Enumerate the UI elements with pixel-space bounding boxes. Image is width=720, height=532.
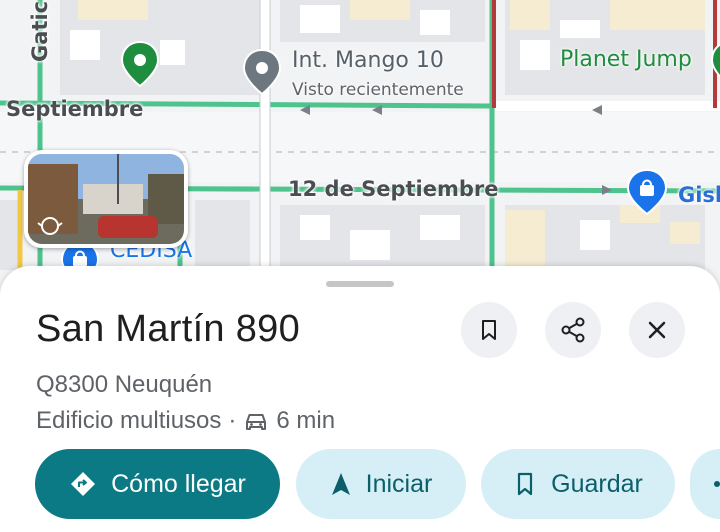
close-button[interactable]	[629, 302, 685, 358]
sheet-drag-handle[interactable]	[326, 281, 394, 287]
save-button[interactable]: Guardar	[481, 449, 675, 519]
car-icon	[246, 414, 267, 430]
more-dot-icon	[714, 481, 720, 487]
street-view-thumbnail[interactable]	[24, 150, 188, 248]
street-label-gisb: Gisb	[678, 183, 720, 207]
more-actions-button[interactable]	[690, 449, 720, 519]
green-place-pin-icon[interactable]	[120, 40, 160, 90]
save-place-button[interactable]	[461, 302, 517, 358]
place-title: San Martín 890	[36, 308, 301, 350]
directions-label: Cómo llegar	[111, 469, 246, 498]
shopping-pin-icon[interactable]	[626, 168, 668, 220]
meta-separator: ·	[228, 407, 237, 434]
start-label: Iniciar	[365, 469, 433, 498]
place-category: Edificio multiusos	[36, 407, 222, 434]
bookmark-icon	[482, 320, 496, 340]
share-button[interactable]	[545, 302, 601, 358]
street-view-image	[28, 154, 184, 244]
place-meta-row: Edificio multiusos · 6 min	[36, 407, 335, 435]
directions-button[interactable]: Cómo llegar	[35, 449, 280, 519]
recent-place-pin-icon[interactable]	[242, 48, 282, 100]
map-view[interactable]: Gatic Septiembre 12 de Septiembre Gisb I…	[0, 0, 720, 300]
poi-label-planet-jump[interactable]: Planet Jump	[560, 47, 692, 72]
start-navigation-button[interactable]: Iniciar	[296, 449, 466, 519]
green-place-pin-icon-edge[interactable]	[710, 40, 720, 90]
directions-icon	[71, 472, 96, 496]
drive-time: 6 min	[276, 407, 336, 434]
place-details-sheet: San Martín 890 Q8300 Neuquén Edificio mu…	[0, 266, 720, 532]
share-icon	[561, 317, 585, 343]
close-icon	[648, 321, 666, 339]
street-label-gatica: Gatic	[28, 0, 52, 62]
bookmark-icon	[518, 472, 533, 496]
street-label-12-de-septiembre: 12 de Septiembre	[288, 177, 499, 201]
place-address: Q8300 Neuquén	[36, 371, 213, 398]
navigation-arrow-icon	[331, 473, 350, 495]
poi-label-int-mango[interactable]: Int. Mango 10	[292, 48, 444, 73]
save-label: Guardar	[551, 469, 643, 498]
poi-subtitle-recently-viewed: Visto recientemente	[292, 80, 464, 100]
street-label-septiembre: Septiembre	[6, 97, 144, 121]
